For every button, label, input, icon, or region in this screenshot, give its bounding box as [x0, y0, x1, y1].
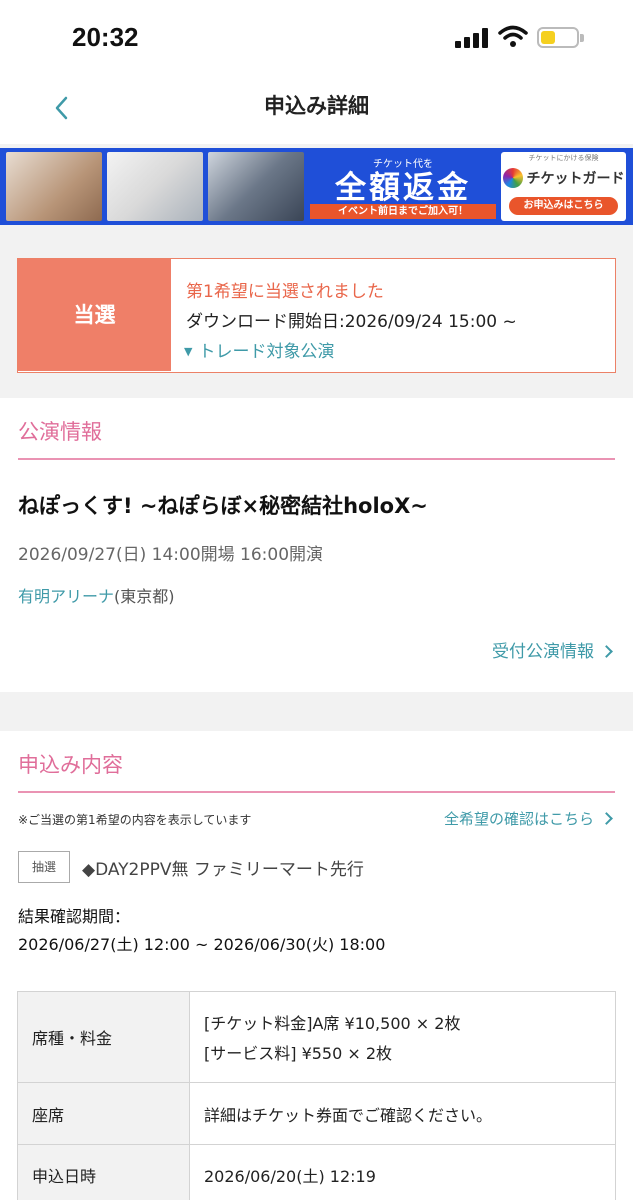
- trade-target-link[interactable]: ▼ トレード対象公演: [184, 337, 334, 362]
- banner-cta-button[interactable]: お申込みはこちら: [509, 197, 618, 215]
- venue: 有明アリーナ(東京都): [18, 583, 175, 607]
- banner-photo-crutches: [107, 152, 203, 221]
- all-choices-link[interactable]: 全希望の確認はこちら: [443, 808, 613, 829]
- venue-link[interactable]: 有明アリーナ: [18, 587, 114, 606]
- triangle-down-icon: ▼: [184, 345, 193, 358]
- status-badge: 当選: [18, 259, 171, 371]
- application-details-table: 席種・料金 [チケット料金]A席 ¥10,500 × 2枚 [サービス料] ¥5…: [17, 991, 616, 1200]
- section-divider: [18, 791, 615, 793]
- ticket-price-line: [チケット料金]A席 ¥10,500 × 2枚: [204, 1014, 461, 1033]
- row-label-apply-date: 申込日時: [17, 1144, 190, 1200]
- section-divider: [18, 458, 615, 460]
- page-title: 申込み詳細: [264, 94, 369, 118]
- trade-target-label: トレード対象公演: [198, 342, 335, 362]
- chevron-right-icon: [600, 812, 613, 825]
- table-row: 席種・料金 [チケット料金]A席 ¥10,500 × 2枚 [サービス料] ¥5…: [17, 991, 616, 1083]
- battery-icon: [537, 27, 584, 48]
- banner-big-text: 全額返金: [335, 170, 471, 206]
- ticket-guard-brand: チケットガード: [526, 171, 625, 187]
- row-label-seat-price: 席種・料金: [17, 991, 190, 1083]
- show-datetime: 2026/09/27(日) 14:00開場 16:00開演: [18, 545, 324, 565]
- row-value-seat-price: [チケット料金]A席 ¥10,500 × 2枚 [サービス料] ¥550 × 2…: [189, 991, 616, 1083]
- service-fee-line: [サービス料] ¥550 × 2枚: [204, 1044, 393, 1063]
- banner-photo-worried-man: [208, 152, 304, 221]
- ticket-guard-logo-icon: [502, 168, 523, 188]
- banner-right-top-text: チケットにかける保険: [528, 154, 599, 162]
- table-row: 座席 詳細はチケット券面でご確認ください。: [17, 1082, 616, 1145]
- banner-strip-text: イベント前日までご加入可！: [310, 204, 496, 219]
- sale-name: ◆DAY2PPV無 ファミリーマート先行: [82, 860, 364, 880]
- banner-refund-message: チケット代を 全額返金 イベント前日までご加入可！: [310, 152, 496, 221]
- banner-small-text: チケット代を: [373, 159, 433, 170]
- row-value-seat: 詳細はチケット券面でご確認ください。: [189, 1082, 616, 1145]
- cellular-signal-icon: [455, 28, 489, 48]
- application-details-section: 申込み内容 ※ご当選の第1希望の内容を表示しています 全希望の確認はこちら 抽選…: [0, 731, 633, 1200]
- chevron-right-icon: [600, 645, 613, 658]
- section-heading-application: 申込み内容: [18, 753, 123, 777]
- ticket-guard-banner[interactable]: チケット代を 全額返金 イベント前日までご加入可！ チケットにかける保険 チケッ…: [0, 148, 633, 225]
- result-period-label: 結果確認期間：: [18, 907, 131, 926]
- nav-bar: 申込み詳細: [0, 78, 633, 144]
- performance-info-label: 受付公演情報: [492, 642, 594, 662]
- result-period-value: 2026/06/27(土) 12:00 ~ 2026/06/30(火) 18:0…: [18, 935, 386, 954]
- banner-photo-sick-woman: [6, 152, 102, 221]
- show-title: ねぽっくす! ~ねぽらぼ×秘密結社holoX~: [18, 494, 428, 518]
- lottery-status-card: 当選 第1希望に当選されました ダウンロード開始日:2026/09/24 15:…: [17, 258, 616, 373]
- row-value-apply-date: 2026/06/20(土) 12:19: [189, 1144, 616, 1200]
- wifi-icon: [498, 25, 528, 47]
- status-result-text: 第1希望に当選されました: [186, 282, 384, 302]
- all-choices-label: 全希望の確認はこちら: [443, 810, 594, 828]
- lottery-type-badge: 抽選: [18, 851, 70, 883]
- row-label-seat: 座席: [17, 1082, 190, 1145]
- status-bar: 20:32: [0, 0, 633, 78]
- table-row: 申込日時 2026/06/20(土) 12:19: [17, 1144, 616, 1200]
- section-heading-performance: 公演情報: [18, 420, 102, 444]
- venue-location: (東京都): [114, 587, 175, 606]
- download-start-text: ダウンロード開始日:2026/09/24 15:00 ~: [186, 312, 517, 332]
- first-choice-note: ※ご当選の第1希望の内容を表示しています: [18, 813, 252, 827]
- banner-brand-box: チケットにかける保険 チケットガード お申込みはこちら: [501, 152, 626, 221]
- performance-info-link[interactable]: 受付公演情報: [492, 637, 613, 662]
- status-time: 20:32: [72, 22, 139, 52]
- performance-info-section: 公演情報 ねぽっくす! ~ねぽらぼ×秘密結社holoX~ 2026/09/27(…: [0, 398, 633, 692]
